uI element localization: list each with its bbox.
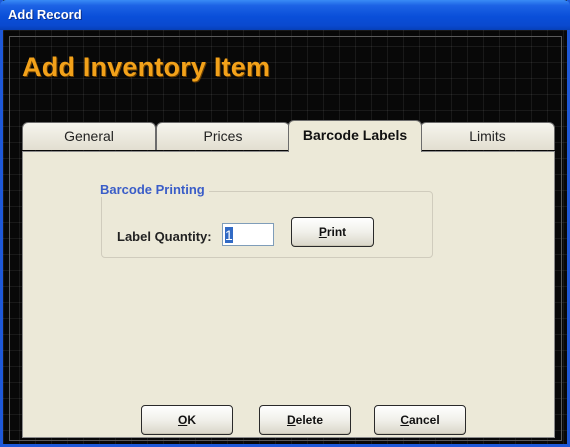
label-quantity-label: Label Quantity: <box>117 229 212 244</box>
barcode-printing-group-label: Barcode Printing <box>96 182 209 197</box>
print-button[interactable]: Print <box>291 217 374 247</box>
ok-button[interactable]: OK <box>141 405 233 435</box>
cancel-button[interactable]: Cancel <box>374 405 466 435</box>
ok-button-mnemonic: O <box>177 413 188 427</box>
add-record-window: Add Record Add Inventory Item General Pr… <box>0 0 570 447</box>
label-quantity-input[interactable] <box>222 223 274 246</box>
window-title: Add Record <box>8 7 82 22</box>
cancel-button-mnemonic: C <box>400 413 409 427</box>
barcode-labels-panel: Barcode Printing Label Quantity: Print O… <box>22 151 555 438</box>
page-title: Add Inventory Item <box>22 52 271 82</box>
cancel-button-label: ancel <box>408 413 440 427</box>
tab-general[interactable]: General <box>22 122 156 150</box>
delete-button[interactable]: Delete <box>259 405 351 435</box>
tab-prices[interactable]: Prices <box>156 122 290 150</box>
title-bar[interactable]: Add Record <box>0 0 570 30</box>
tab-barcode-labels[interactable]: Barcode Labels <box>288 120 422 152</box>
print-button-label: rint <box>326 225 347 239</box>
tab-limits[interactable]: Limits <box>420 122 555 150</box>
delete-button-label: elete <box>295 413 324 427</box>
dialog-content: Add Inventory Item General Prices Barcod… <box>3 30 567 444</box>
print-button-mnemonic: P <box>318 225 327 239</box>
ok-button-label: K <box>187 413 196 427</box>
delete-button-mnemonic: D <box>286 413 296 427</box>
